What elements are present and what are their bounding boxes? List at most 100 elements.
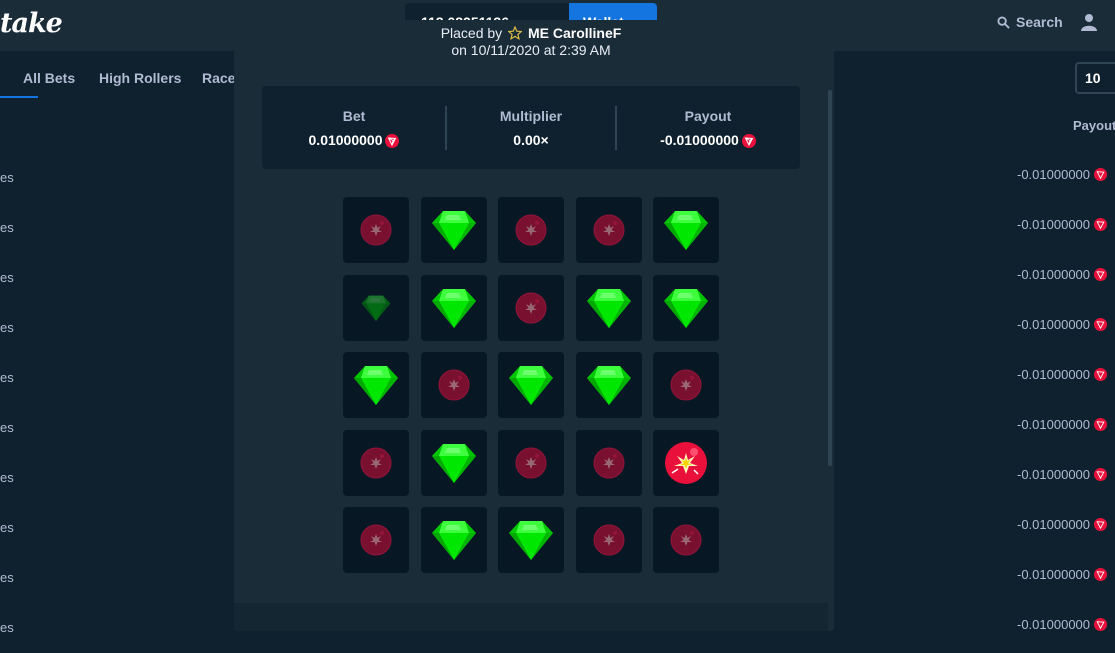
search-label: Search [1016, 14, 1063, 30]
grid-tile-mine[interactable] [575, 197, 642, 263]
grid-tile-mine[interactable] [653, 352, 719, 418]
stat-bet: Bet 0.01000000 [262, 86, 446, 169]
payout-amount: -0.01000000 [660, 132, 739, 148]
payout-label: Payout [684, 108, 732, 124]
mine-icon [360, 214, 392, 246]
gem-icon [431, 288, 476, 328]
modal-scrollbar[interactable] [828, 90, 832, 466]
site-logo[interactable]: take [0, 8, 63, 39]
stat-payout: Payout -0.01000000 [616, 86, 800, 169]
gem-icon [509, 521, 553, 560]
table-row-game[interactable]: es [0, 270, 14, 285]
grid-tile-gem[interactable] [420, 429, 487, 496]
table-row-game[interactable]: es [0, 520, 14, 535]
multiplier-value: 0.00× [513, 132, 549, 148]
gem-icon [664, 211, 708, 250]
tron-currency-icon [1094, 418, 1108, 431]
gem-icon [664, 288, 708, 328]
table-row-game[interactable]: es [0, 420, 14, 435]
table-row-payout: -0.01000000 [1017, 217, 1108, 232]
grid-tile-gem[interactable] [343, 352, 409, 418]
username-link[interactable]: ME CarollineF [528, 25, 621, 41]
bet-stats-panel: Bet 0.01000000 Multiplier 0.00× Payout -… [262, 86, 800, 169]
bet-details-modal: Placed by ME CarollineF on 10/11/2020 at… [234, 20, 834, 631]
bet-value: 0.01000000 [262, 132, 446, 148]
mine-icon [438, 369, 469, 401]
tron-currency-icon [1094, 168, 1108, 181]
payout-amount: -0.01000000 [1017, 567, 1091, 582]
grid-tile-mine-hit[interactable] [653, 429, 719, 496]
table-row-game[interactable]: es [0, 570, 14, 585]
table-row-game[interactable]: es [0, 470, 14, 485]
modal-footer [234, 603, 828, 631]
tab-high-rollers[interactable]: High Rollers [99, 70, 181, 86]
payout-amount: -0.01000000 [1017, 417, 1091, 432]
grid-tile-mine[interactable] [575, 507, 642, 573]
gem-icon [361, 295, 391, 321]
payout-amount: -0.01000000 [1017, 217, 1091, 232]
grid-tile-mine[interactable] [498, 429, 564, 496]
mine-icon [515, 447, 547, 478]
table-row-game[interactable]: es [0, 220, 14, 235]
grid-tile-gem[interactable] [420, 274, 487, 341]
tron-currency-icon [1094, 268, 1108, 281]
mine-exploded-icon [665, 441, 707, 484]
gem-icon [431, 211, 476, 250]
grid-tile-gem[interactable] [653, 274, 719, 341]
grid-tile-mine[interactable] [420, 352, 487, 418]
tron-currency-icon [1094, 568, 1108, 581]
mine-icon [360, 447, 392, 478]
grid-tile-gem[interactable] [498, 507, 564, 573]
search-icon [997, 15, 1010, 29]
grid-tile-mine[interactable] [343, 197, 409, 263]
bet-label: Bet [342, 108, 366, 124]
table-row-payout: -0.01000000 [1017, 267, 1108, 282]
tab-all-bets[interactable]: All Bets [23, 70, 75, 86]
gem-icon [431, 443, 476, 483]
bet-amount: 0.01000000 [308, 132, 383, 148]
mine-icon [593, 214, 624, 246]
table-row-payout: -0.01000000 [1017, 417, 1108, 432]
grid-tile-mine[interactable] [498, 197, 564, 263]
table-row-game[interactable]: es [0, 320, 14, 335]
tab-active-indicator [0, 96, 38, 98]
tron-currency-icon [741, 134, 756, 148]
tron-currency-icon [1094, 518, 1108, 531]
table-row-game[interactable]: es [0, 170, 14, 185]
table-row-payout: -0.01000000 [1017, 567, 1108, 582]
multiplier-label: Multiplier [499, 108, 563, 124]
grid-tile-gem[interactable] [498, 352, 564, 418]
grid-tile-gem[interactable] [420, 507, 487, 573]
table-row-payout: -0.01000000 [1017, 467, 1108, 482]
user-icon[interactable] [1080, 13, 1098, 31]
search-button[interactable]: Search [997, 14, 1063, 30]
mine-icon [593, 447, 624, 478]
grid-tile-mine[interactable] [653, 507, 719, 573]
gem-icon [431, 521, 476, 560]
gem-icon [509, 366, 553, 405]
stat-multiplier: Multiplier 0.00× [446, 86, 616, 169]
grid-tile-gem-dim[interactable] [343, 274, 409, 341]
mine-icon [515, 214, 547, 246]
grid-tile-mine[interactable] [575, 429, 642, 496]
payout-value: -0.01000000 [616, 132, 800, 148]
table-row-payout: -0.01000000 [1017, 517, 1108, 532]
table-row-payout: -0.01000000 [1017, 317, 1108, 332]
table-row-payout: -0.01000000 [1017, 617, 1108, 632]
table-row-game[interactable]: es [0, 620, 14, 635]
tab-race[interactable]: Race [202, 70, 235, 86]
table-row-game[interactable]: es [0, 370, 14, 385]
payout-amount: -0.01000000 [1017, 517, 1091, 532]
grid-tile-mine[interactable] [343, 429, 409, 496]
tron-currency-icon [385, 134, 400, 148]
tron-currency-icon [1094, 618, 1108, 631]
grid-tile-gem[interactable] [653, 197, 719, 263]
grid-tile-mine[interactable] [498, 274, 564, 341]
tron-currency-icon [1094, 318, 1108, 331]
page-size-select[interactable]: 10 [1075, 62, 1115, 94]
grid-tile-gem[interactable] [575, 274, 642, 341]
bets-tabs: All Bets High Rollers Race [0, 60, 260, 98]
grid-tile-mine[interactable] [343, 507, 409, 573]
grid-tile-gem[interactable] [420, 197, 487, 263]
grid-tile-gem[interactable] [575, 352, 642, 418]
